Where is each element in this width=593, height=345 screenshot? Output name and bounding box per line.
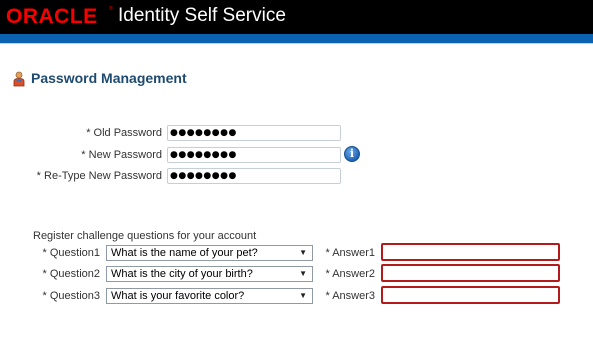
challenge-intro: Register challenge questions for your ac…	[33, 230, 257, 242]
question1-label: * Question1	[42, 247, 100, 259]
answer1-label: * Answer1	[325, 247, 375, 259]
question3-label: * Question3	[42, 290, 100, 302]
answer2-field[interactable]	[381, 264, 560, 282]
chevron-down-icon: ▼	[299, 291, 307, 300]
new-password-label: * New Password	[81, 149, 162, 161]
question1-select[interactable]: What is the name of your pet? ▼	[106, 245, 313, 261]
header-accent-bar	[0, 34, 593, 43]
question2-value: What is the city of your birth?	[111, 268, 253, 280]
oracle-logo: ORACLE	[6, 5, 98, 28]
registered-mark: ®	[109, 6, 113, 12]
answer3-field[interactable]	[381, 286, 560, 304]
retype-password-field[interactable]: ●●●●●●●●	[167, 168, 341, 184]
page: ORACLE ® Identity Self Service Password …	[0, 0, 593, 345]
section-title: Password Management	[31, 70, 187, 86]
old-password-field[interactable]: ●●●●●●●●	[167, 125, 341, 141]
chevron-down-icon: ▼	[299, 248, 307, 257]
question3-value: What is your favorite color?	[111, 290, 245, 302]
info-icon[interactable]: i	[344, 146, 360, 162]
app-title: Identity Self Service	[118, 5, 286, 26]
header-divider	[0, 43, 593, 44]
question2-label: * Question2	[42, 268, 100, 280]
chevron-down-icon: ▼	[299, 269, 307, 278]
new-password-field[interactable]: ●●●●●●●●	[167, 147, 341, 163]
question3-select[interactable]: What is your favorite color? ▼	[106, 288, 313, 304]
answer2-label: * Answer2	[325, 268, 375, 280]
retype-password-label: * Re-Type New Password	[36, 170, 162, 182]
old-password-label: * Old Password	[86, 127, 162, 139]
person-icon	[13, 71, 25, 87]
question2-select[interactable]: What is the city of your birth? ▼	[106, 266, 313, 282]
question1-value: What is the name of your pet?	[111, 247, 258, 259]
answer3-label: * Answer3	[325, 290, 375, 302]
app-header: ORACLE ® Identity Self Service	[0, 0, 593, 34]
answer1-field[interactable]	[381, 243, 560, 261]
